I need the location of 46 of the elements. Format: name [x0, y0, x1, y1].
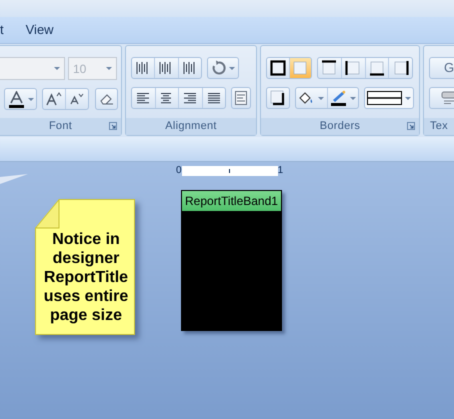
group-label: Tex	[430, 119, 448, 134]
band-title: ReportTitleBand1	[185, 193, 278, 210]
caret-icon	[405, 96, 411, 100]
border-icon	[321, 60, 338, 76]
text-align-icon	[182, 92, 198, 104]
text-button[interactable]: G	[429, 57, 454, 79]
grow-font-icon	[46, 92, 62, 106]
font-color-icon	[8, 90, 24, 108]
text-align-icon	[135, 92, 152, 104]
shadow-button[interactable]	[266, 87, 290, 109]
ruler-label: 0	[176, 166, 182, 176]
group-label: Font	[48, 119, 72, 134]
border-icon	[270, 60, 286, 76]
line-style-icon	[367, 91, 402, 105]
note-text: Notice in designer ReportTitle uses entire page size	[43, 230, 129, 325]
dialog-launcher-icon[interactable]	[109, 122, 117, 130]
shrink-font-icon	[70, 93, 84, 105]
caret-icon	[318, 96, 324, 100]
caret-icon	[229, 66, 235, 70]
caret-icon	[350, 96, 356, 100]
dialog-launcher-icon[interactable]	[407, 122, 415, 130]
pen-color-icon	[330, 90, 347, 106]
caret-icon	[54, 67, 60, 70]
rotate-icon	[211, 60, 227, 76]
border-icon	[392, 60, 409, 76]
text-align-icon	[206, 92, 222, 104]
caret-icon	[28, 98, 34, 100]
text-options-icon	[235, 91, 247, 105]
group-label: Alignment	[165, 119, 217, 134]
rotate-button[interactable]	[207, 57, 239, 79]
clear-format-button[interactable]	[95, 88, 118, 110]
ruler-label: 1	[278, 166, 284, 176]
caret-icon	[106, 67, 112, 70]
swoosh-drawing	[0, 174, 30, 184]
border-icon	[292, 60, 308, 76]
eraser-icon	[100, 93, 114, 105]
group-label: Borders	[320, 119, 360, 134]
menu-item[interactable]: t	[0, 20, 4, 40]
border-icon	[345, 60, 362, 76]
text-format-icon	[441, 91, 454, 105]
line-style-dropdown[interactable]	[364, 87, 414, 109]
word-wrap-button[interactable]	[231, 87, 251, 109]
font-color-button[interactable]	[4, 88, 37, 110]
menu-item[interactable]: View	[26, 20, 54, 40]
border-icon	[368, 60, 385, 76]
shadow-icon	[270, 90, 286, 106]
